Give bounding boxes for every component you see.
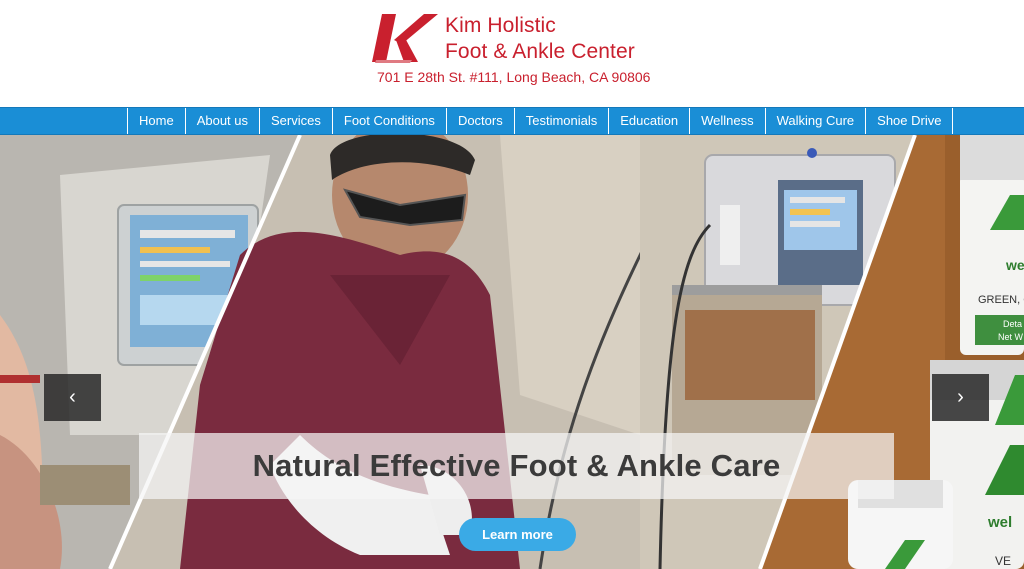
bottle-label-1: we	[1005, 257, 1024, 273]
learn-more-button[interactable]: Learn more	[459, 518, 576, 551]
nav-item-services[interactable]: Services	[260, 108, 333, 134]
nav-item-wellness[interactable]: Wellness	[690, 108, 766, 134]
chevron-left-icon: ‹	[69, 386, 76, 408]
kim-k-logo-icon[interactable]	[372, 10, 438, 66]
nav-item-foot-conditions[interactable]: Foot Conditions	[333, 108, 447, 134]
main-navigation: Home About us Services Foot Conditions D…	[0, 107, 1024, 135]
nav-item-about-us[interactable]: About us	[186, 108, 261, 134]
brand-name-line1[interactable]: Kim Holistic	[445, 14, 556, 38]
nav-item-doctors[interactable]: Doctors	[447, 108, 515, 134]
bottle-label-3: Deta	[1003, 319, 1022, 329]
bottle-label-6: VE	[995, 554, 1011, 568]
slider-prev-button[interactable]: ‹	[44, 374, 101, 421]
slider-next-button[interactable]: ›	[932, 374, 989, 421]
hero-caption: Natural Effective Foot & Ankle Care	[252, 448, 781, 483]
hero-caption-box: Natural Effective Foot & Ankle Care	[139, 433, 894, 499]
nav-item-walking-cure[interactable]: Walking Cure	[766, 108, 867, 134]
hero-slide-image: we GREEN, G Deta Net W wel VE	[0, 135, 1024, 569]
brand-address: 701 E 28th St. #111, Long Beach, CA 9080…	[377, 69, 651, 85]
chevron-right-icon: ›	[957, 386, 964, 408]
site-header: Kim Holistic Foot & Ankle Center 701 E 2…	[0, 0, 1024, 107]
bottle-label-2: GREEN, G	[978, 294, 1024, 306]
bottle-label-5: wel	[987, 514, 1012, 531]
nav-item-shoe-drive[interactable]: Shoe Drive	[866, 108, 954, 134]
nav-item-education[interactable]: Education	[609, 108, 691, 134]
brand-name-line2[interactable]: Foot & Ankle Center	[445, 40, 635, 64]
bottle-label-4: Net W	[998, 332, 1024, 342]
nav-list: Home About us Services Foot Conditions D…	[127, 108, 954, 134]
nav-item-testimonials[interactable]: Testimonials	[515, 108, 610, 134]
hero-slider: we GREEN, G Deta Net W wel VE ‹ › Natura…	[0, 135, 1024, 569]
nav-item-home[interactable]: Home	[128, 108, 186, 134]
